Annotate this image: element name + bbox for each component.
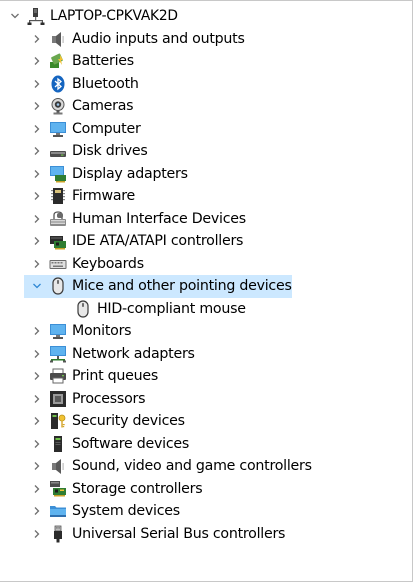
computer-tower-icon	[27, 7, 45, 26]
mouse-icon	[49, 277, 67, 295]
keyboard-icon	[49, 255, 67, 273]
tree-item-label: Audio inputs and outputs	[72, 30, 245, 47]
tree-item-label: Software devices	[72, 435, 190, 452]
chevron-right-icon[interactable]	[30, 504, 44, 518]
tree-item-software-devices[interactable]: Software devices	[0, 433, 412, 456]
chevron-right-icon[interactable]	[30, 99, 44, 113]
chevron-down-icon[interactable]	[8, 9, 22, 23]
tree-item-batteries[interactable]: Batteries	[0, 50, 412, 73]
tree-item-label: Print queues	[72, 368, 158, 385]
tree-item-label: Processors	[72, 390, 146, 407]
speaker-icon	[49, 30, 67, 48]
chevron-right-icon[interactable]	[30, 324, 44, 338]
chevron-right-icon[interactable]	[30, 369, 44, 383]
network-adapter-icon	[49, 345, 67, 363]
chevron-right-icon[interactable]	[30, 54, 44, 68]
tree-item-label: Keyboards	[72, 255, 144, 272]
tree-item-label: Cameras	[72, 98, 134, 115]
display-adapter-icon	[49, 165, 67, 183]
chevron-right-icon[interactable]	[30, 32, 44, 46]
chevron-right-icon[interactable]	[30, 167, 44, 181]
tree-item-firmware[interactable]: Firmware	[0, 185, 412, 208]
chip-icon	[49, 187, 67, 205]
monitor-icon	[49, 322, 67, 340]
tree-item-label: Firmware	[72, 188, 136, 205]
disk-drive-icon	[49, 142, 67, 160]
software-device-icon	[49, 435, 67, 453]
tree-item-print-queues[interactable]: Print queues	[0, 365, 412, 388]
tree-item-computer[interactable]: Computer	[0, 118, 412, 141]
chevron-right-icon[interactable]	[30, 347, 44, 361]
tree-item-label: IDE ATA/ATAPI controllers	[72, 233, 244, 250]
printer-icon	[49, 367, 67, 385]
security-key-icon	[49, 412, 67, 430]
camera-icon	[49, 97, 67, 115]
storage-controller-icon	[49, 480, 67, 498]
tree-item-label: Bluetooth	[72, 75, 139, 92]
hid-icon	[49, 210, 67, 228]
chevron-right-icon[interactable]	[30, 77, 44, 91]
tree-item-bluetooth[interactable]: Bluetooth	[0, 73, 412, 96]
tree-root[interactable]: LAPTOP-CPKVAK2D	[0, 5, 412, 28]
chevron-right-icon[interactable]	[30, 527, 44, 541]
mouse-icon	[74, 300, 92, 318]
tree-item-label: Universal Serial Bus controllers	[72, 525, 286, 542]
processor-icon	[49, 390, 67, 408]
chevron-right-icon[interactable]	[30, 459, 44, 473]
chevron-right-icon[interactable]	[30, 437, 44, 451]
tree-item-mice[interactable]: Mice and other pointing devices	[0, 275, 412, 298]
chevron-right-icon[interactable]	[30, 212, 44, 226]
tree-item-label: Computer	[72, 120, 141, 137]
tree-item-monitors[interactable]: Monitors	[0, 320, 412, 343]
monitor-icon	[49, 120, 67, 138]
tree-item-audio[interactable]: Audio inputs and outputs	[0, 28, 412, 51]
tree-item-label: HID-compliant mouse	[97, 300, 246, 317]
chevron-right-icon[interactable]	[30, 189, 44, 203]
bluetooth-icon	[49, 75, 67, 93]
tree-item-sound-video-game[interactable]: Sound, video and game controllers	[0, 455, 412, 478]
chevron-right-icon[interactable]	[30, 144, 44, 158]
speaker-icon	[49, 457, 67, 475]
system-folder-icon	[49, 502, 67, 520]
tree-item-keyboards[interactable]: Keyboards	[0, 253, 412, 276]
chevron-right-icon[interactable]	[30, 122, 44, 136]
tree-item-label: Security devices	[72, 413, 185, 430]
tree-item-display-adapters[interactable]: Display adapters	[0, 163, 412, 186]
tree-item-label: Batteries	[72, 53, 134, 70]
tree-item-system-devices[interactable]: System devices	[0, 500, 412, 523]
tree-item-cameras[interactable]: Cameras	[0, 95, 412, 118]
tree-item-label: System devices	[72, 503, 180, 520]
tree-item-label: Display adapters	[72, 165, 188, 182]
tree-item-label: Storage controllers	[72, 480, 203, 497]
usb-plug-icon	[49, 525, 67, 543]
tree-item-security-devices[interactable]: Security devices	[0, 410, 412, 433]
tree-item-disk-drives[interactable]: Disk drives	[0, 140, 412, 163]
tree-item-label: Mice and other pointing devices	[72, 278, 292, 295]
chevron-right-icon[interactable]	[30, 392, 44, 406]
tree-item-hid-compliant-mouse[interactable]: HID-compliant mouse	[0, 298, 412, 321]
device-tree[interactable]: LAPTOP-CPKVAK2D Audio inputs and outputs	[0, 5, 412, 545]
tree-item-label: Disk drives	[72, 143, 148, 160]
tree-item-storage-controllers[interactable]: Storage controllers	[0, 478, 412, 501]
battery-icon	[49, 52, 67, 70]
chevron-right-icon[interactable]	[30, 257, 44, 271]
chevron-down-icon[interactable]	[30, 279, 44, 293]
tree-item-label: Network adapters	[72, 345, 195, 362]
chevron-right-icon[interactable]	[30, 234, 44, 248]
tree-item-ide[interactable]: IDE ATA/ATAPI controllers	[0, 230, 412, 253]
tree-item-label: Human Interface Devices	[72, 210, 246, 227]
tree-item-usb-controllers[interactable]: Universal Serial Bus controllers	[0, 523, 412, 546]
chevron-right-icon[interactable]	[30, 414, 44, 428]
tree-item-label: Monitors	[72, 323, 132, 340]
tree-item-label: Sound, video and game controllers	[72, 458, 312, 475]
tree-item-network-adapters[interactable]: Network adapters	[0, 343, 412, 366]
chevron-right-icon[interactable]	[30, 482, 44, 496]
controller-card-icon	[49, 232, 67, 250]
device-manager-panel: LAPTOP-CPKVAK2D Audio inputs and outputs	[0, 0, 413, 582]
root-label: LAPTOP-CPKVAK2D	[50, 8, 178, 25]
tree-item-processors[interactable]: Processors	[0, 388, 412, 411]
tree-item-hid[interactable]: Human Interface Devices	[0, 208, 412, 231]
